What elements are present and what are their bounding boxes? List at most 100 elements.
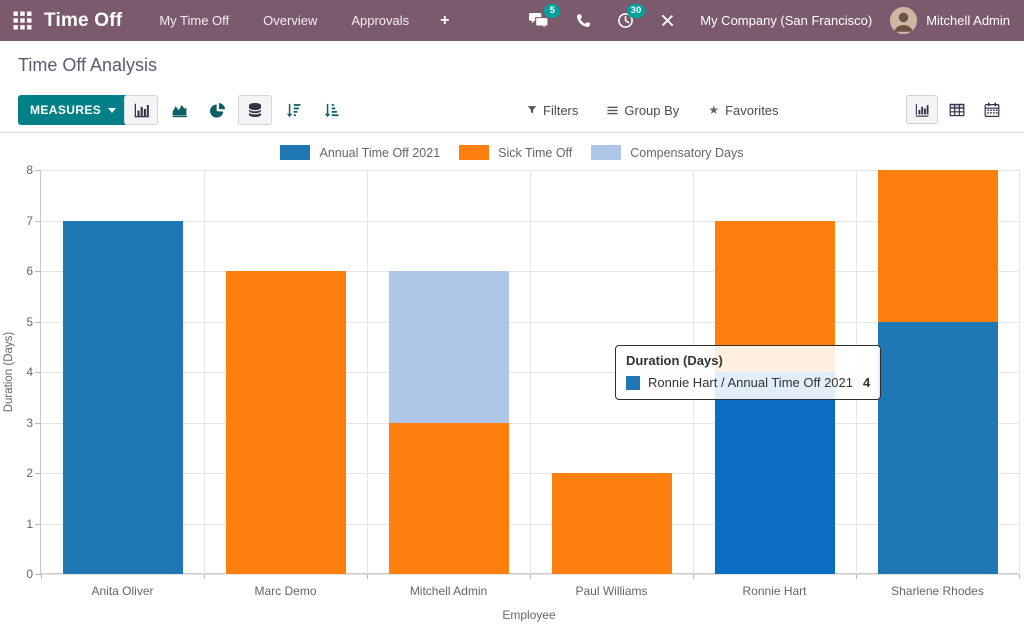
legend-swatch: [459, 145, 489, 160]
user-menu[interactable]: Mitchell Admin: [917, 13, 1024, 28]
sort-ascending-button[interactable]: [314, 95, 348, 125]
y-tick-label: 0: [1, 567, 33, 581]
top-menu: My Time Off Overview Approvals +: [142, 0, 463, 41]
axis-tick: [1019, 574, 1020, 579]
tooltip-label: Ronnie Hart / Annual Time Off 2021: [648, 375, 853, 390]
gridline: [367, 170, 368, 574]
chart-legend: Annual Time Off 2021 Sick Time Off Compens…: [0, 145, 1024, 160]
axis-tick: [35, 473, 41, 474]
x-tick-label: Sharlene Rhodes: [856, 584, 1019, 598]
graph-view-icon: [914, 102, 930, 118]
bar-segment[interactable]: [389, 271, 509, 423]
area-chart-icon: [171, 102, 188, 119]
messages-badge: 5: [544, 4, 560, 18]
measures-button[interactable]: MEASURES: [18, 95, 128, 125]
axis-tick: [35, 423, 41, 424]
legend-label: Compensatory Days: [630, 146, 743, 160]
pivot-view-icon: [949, 102, 965, 118]
x-tick-label: Anita Oliver: [41, 584, 204, 598]
legend-item[interactable]: Annual Time Off 2021: [280, 145, 440, 160]
topbar-right: 5 30 My Company (San Francisco): [515, 0, 1024, 41]
bar-segment[interactable]: [878, 322, 998, 575]
axis-tick: [35, 372, 41, 373]
pivot-view-button[interactable]: [941, 95, 973, 124]
y-tick-label: 6: [1, 264, 33, 278]
axis-tick: [35, 322, 41, 323]
sort-desc-icon: [285, 102, 302, 119]
tools-icon: [660, 13, 675, 28]
calendar-view-icon: [984, 102, 1000, 118]
top-navbar: Time Off My Time Off Overview Approvals …: [0, 0, 1024, 41]
company-switcher[interactable]: My Company (San Francisco): [688, 13, 890, 28]
favorites-menu-button[interactable]: ★ Favorites: [708, 103, 778, 118]
sort-descending-button[interactable]: [276, 95, 310, 125]
legend-swatch: [280, 145, 310, 160]
filters-menu-button[interactable]: Filters: [527, 103, 578, 118]
bar-segment[interactable]: [878, 170, 998, 322]
menu-approvals[interactable]: Approvals: [334, 0, 426, 41]
filters-label: Filters: [543, 103, 578, 118]
menu-overview[interactable]: Overview: [246, 0, 334, 41]
bar-segment[interactable]: [226, 271, 346, 574]
bar-segment[interactable]: [63, 221, 183, 575]
apps-grid-icon: [13, 11, 32, 30]
y-tick-label: 1: [1, 517, 33, 531]
user-avatar[interactable]: [890, 7, 917, 34]
filter-icon: [527, 105, 537, 115]
group-by-icon: [607, 105, 618, 116]
activities-button[interactable]: 30: [604, 0, 647, 41]
legend-item[interactable]: Sick Time Off: [459, 145, 572, 160]
phone-button[interactable]: [562, 0, 604, 41]
avatar-image: [890, 7, 917, 34]
pie-chart-mode-button[interactable]: [200, 95, 234, 125]
chart-tooltip: Duration (Days) Ronnie Hart / Annual Tim…: [615, 345, 881, 400]
tooltip-swatch: [626, 376, 640, 390]
group-by-label: Group By: [624, 103, 679, 118]
y-tick-label: 3: [1, 416, 33, 430]
graph-control-row: MEASURES: [0, 88, 1024, 132]
axis-tick: [367, 574, 368, 579]
tooltip-value: 4: [863, 375, 870, 390]
menu-my-time-off[interactable]: My Time Off: [142, 0, 246, 41]
chart-type-buttons: [124, 95, 348, 125]
menu-plus-button[interactable]: +: [426, 0, 463, 41]
bar-chart-mode-button[interactable]: [124, 95, 158, 125]
pie-chart-icon: [209, 102, 226, 119]
axis-tick: [35, 524, 41, 525]
database-icon: [247, 102, 263, 118]
x-tick-label: Mitchell Admin: [367, 584, 530, 598]
favorites-label: Favorites: [725, 103, 778, 118]
bar-segment[interactable]: [552, 473, 672, 574]
axis-tick: [530, 574, 531, 579]
y-axis-title: Duration (Days): [3, 332, 15, 413]
apps-menu-button[interactable]: [0, 0, 44, 41]
measures-label: MEASURES: [30, 103, 101, 117]
axis-tick: [856, 574, 857, 579]
calendar-view-button[interactable]: [976, 95, 1008, 124]
groupby-menu-button[interactable]: Group By: [607, 103, 679, 118]
bar-segment[interactable]: [389, 423, 509, 575]
messages-button[interactable]: 5: [515, 0, 562, 41]
legend-item[interactable]: Compensatory Days: [591, 145, 743, 160]
y-tick-label: 5: [1, 315, 33, 329]
graph-view-button[interactable]: [906, 95, 938, 124]
stacked-toggle-button[interactable]: [238, 95, 272, 125]
chevron-down-icon: [108, 108, 116, 113]
y-tick-label: 7: [1, 214, 33, 228]
gridline: [1019, 170, 1020, 574]
tooltip-title: Duration (Days): [626, 353, 870, 368]
graph-view: Annual Time Off 2021 Sick Time Off Compens…: [0, 133, 1024, 627]
x-tick-label: Ronnie Hart: [693, 584, 856, 598]
bar-segment[interactable]: [715, 372, 835, 574]
axis-tick: [41, 574, 42, 579]
axis-tick: [35, 170, 41, 171]
search-options: Filters Group By ★ Favorites: [527, 88, 779, 132]
control-panel-top: Time Off Analysis Active Employee × Empl…: [0, 41, 1024, 88]
legend-label: Annual Time Off 2021: [319, 146, 440, 160]
app-brand[interactable]: Time Off: [44, 10, 122, 32]
debug-tools-button[interactable]: [647, 0, 688, 41]
legend-swatch: [591, 145, 621, 160]
axis-tick: [35, 271, 41, 272]
x-axis-title: Employee: [40, 608, 1018, 622]
line-chart-mode-button[interactable]: [162, 95, 196, 125]
